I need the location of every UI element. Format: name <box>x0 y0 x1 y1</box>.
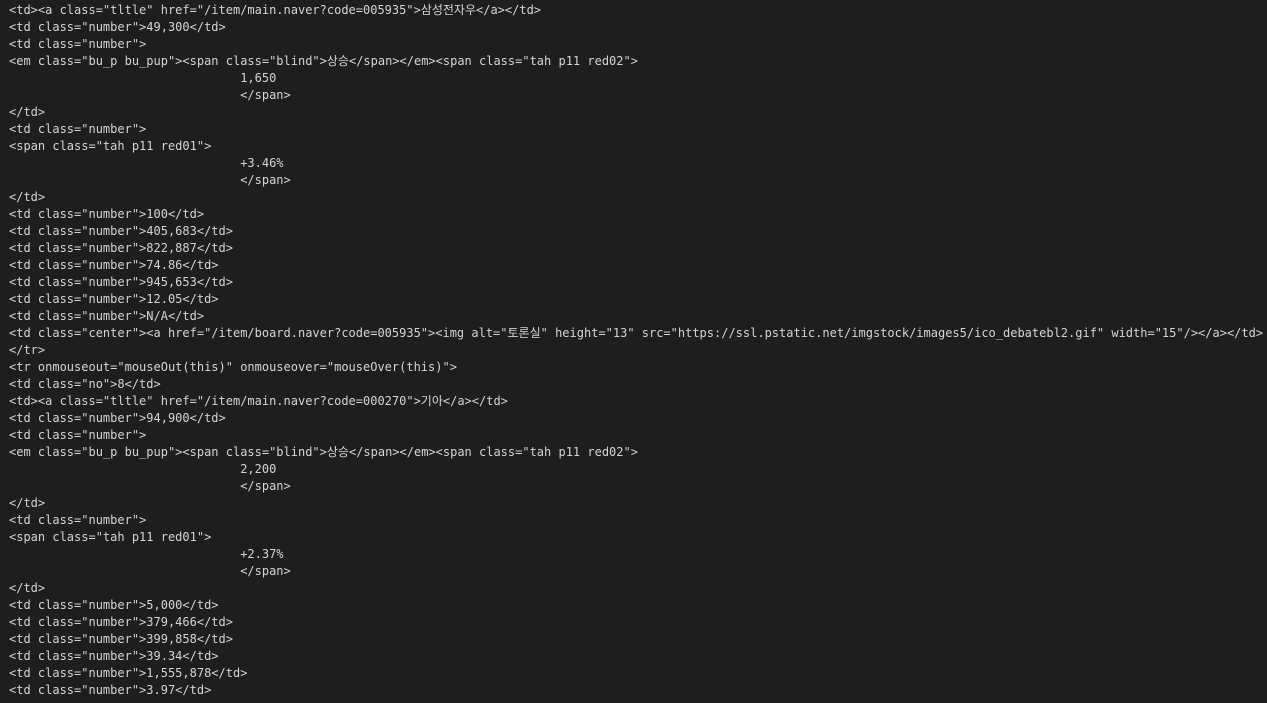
output-line: <td class="number">100</td> <box>9 207 205 221</box>
output-line: +2.37% <box>9 547 284 561</box>
output-line: <em class="bu_p bu_pup"><span class="bli… <box>9 54 638 68</box>
output-line: <td class="number">39.34</td> <box>9 649 219 663</box>
output-line: <td class="number">379,466</td> <box>9 615 233 629</box>
output-line: <span class="tah p11 red01"> <box>9 139 212 153</box>
output-line: <td class="number">5,000</td> <box>9 598 219 612</box>
output-line: </td> <box>9 190 46 204</box>
output-line: <td><a class="tltle" href="/item/main.na… <box>9 394 508 408</box>
output-line: <td class="number">94,900</td> <box>9 411 226 425</box>
output-line: </span> <box>9 88 291 102</box>
output-line: <td class="number"> <box>9 37 147 51</box>
output-line: <td class="number">74.86</td> <box>9 258 219 272</box>
output-line: </span> <box>9 173 291 187</box>
output-line: <td class="number"> <box>9 122 147 136</box>
output-line: <td class="number">N/A</td> <box>9 309 205 323</box>
output-line: <span class="tah p11 red01"> <box>9 530 212 544</box>
output-line: </tr> <box>9 343 46 357</box>
output-line: <td class="number">399,858</td> <box>9 632 233 646</box>
output-line: <td class="number">405,683</td> <box>9 224 233 238</box>
output-line: <td class="number">822,887</td> <box>9 241 233 255</box>
output-line: </span> <box>9 564 291 578</box>
output-line: <td class="number"> <box>9 513 147 527</box>
output-line: <tr onmouseout="mouseOut(this)" onmouseo… <box>9 360 457 374</box>
output-line: <td class="number">945,653</td> <box>9 275 233 289</box>
output-line: <td class="number">3.97</td> <box>9 683 212 697</box>
output-line: 1,650 <box>9 71 277 85</box>
output-line: 2,200 <box>9 462 277 476</box>
terminal-output: <td><a class="tltle" href="/item/main.na… <box>0 0 1267 703</box>
output-line: </span> <box>9 479 291 493</box>
output-line: <td class="number">1,555,878</td> <box>9 666 248 680</box>
output-line: </td> <box>9 496 46 510</box>
output-line: +3.46% <box>9 156 284 170</box>
output-line: <td class="no">8</td> <box>9 377 161 391</box>
output-line: <td class="center"><a href="/item/board.… <box>9 326 1264 340</box>
output-line: <td class="number"> <box>9 428 147 442</box>
output-line: <td class="number">49,300</td> <box>9 20 226 34</box>
output-line: </td> <box>9 105 46 119</box>
output-line: <td><a class="tltle" href="/item/main.na… <box>9 3 542 17</box>
output-line: </td> <box>9 581 46 595</box>
output-line: <em class="bu_p bu_pup"><span class="bli… <box>9 445 638 459</box>
output-line: <td class="number">12.05</td> <box>9 292 219 306</box>
